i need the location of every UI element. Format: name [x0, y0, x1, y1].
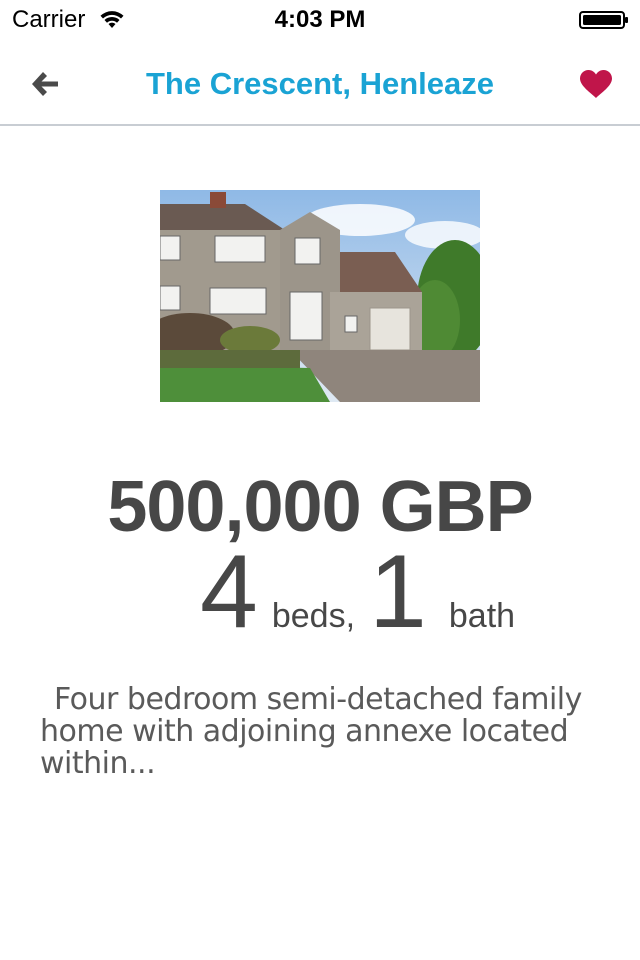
clock: 4:03 PM	[274, 6, 366, 33]
status-bar: Carrier 4:03 PM	[0, 0, 640, 40]
price: 500,000 GBP	[107, 467, 533, 547]
favorite-button[interactable]	[572, 62, 620, 106]
battery-icon	[579, 11, 628, 29]
baths-count: 1	[369, 534, 427, 650]
description-text: Four bedroom semi-detached family home w…	[40, 682, 582, 781]
beds-count: 4	[200, 534, 258, 650]
arrow-left-icon	[32, 72, 58, 96]
house-photo[interactable]	[160, 190, 480, 402]
baths-label: bath	[448, 597, 516, 635]
page-title: The Crescent, Henleaze	[145, 66, 495, 101]
navigation-bar: The Crescent, Henleaze	[0, 40, 640, 126]
beds-label: beds,	[271, 597, 356, 635]
description: Four bedroom semi-detached family home w…	[40, 684, 600, 780]
back-button[interactable]	[22, 64, 68, 104]
room-specs: 4 beds, 1 bath	[200, 534, 640, 650]
heart-icon	[580, 70, 612, 98]
